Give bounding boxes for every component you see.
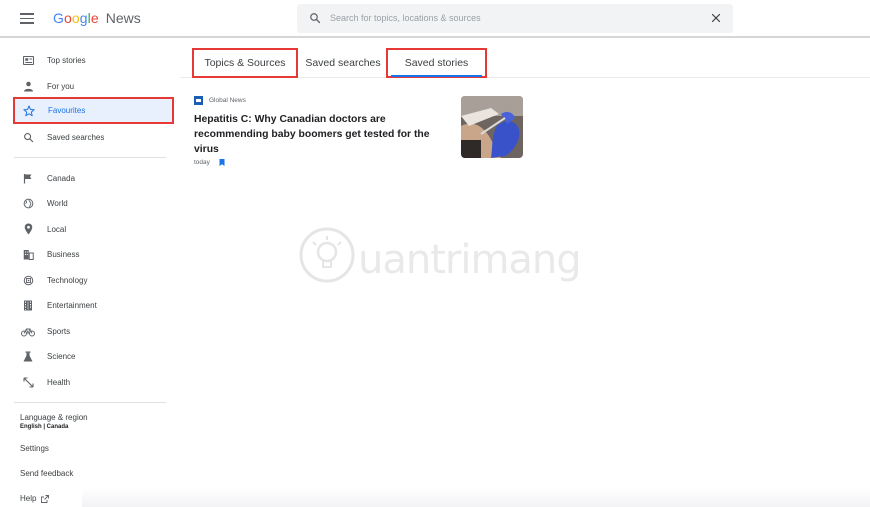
sidebar-item-label: Saved searches: [47, 132, 105, 142]
flask-icon: [21, 349, 35, 363]
sidebar-item-for-you[interactable]: For you: [14, 75, 174, 97]
sidebar-item-sports[interactable]: Sports: [14, 320, 174, 342]
sidebar-item-entertainment[interactable]: Entertainment: [14, 294, 174, 316]
sidebar-item-label: Business: [47, 249, 80, 259]
external-link-icon: [41, 494, 50, 503]
article-meta: today: [194, 159, 225, 166]
tab-topics-sources[interactable]: Topics & Sources: [192, 48, 298, 78]
watermark-text: uantrimang: [358, 237, 582, 283]
article-timestamp: today: [194, 159, 210, 166]
sidebar-item-label: Health: [47, 377, 71, 387]
sidebar-item-technology[interactable]: Technology: [14, 269, 174, 291]
sidebar-item-business[interactable]: Business: [14, 243, 174, 265]
sidebar-item-favourites[interactable]: Favourites: [13, 97, 174, 124]
business-icon: [21, 247, 35, 261]
sidebar-item-canada[interactable]: Canada: [14, 167, 174, 189]
logo-letter: o: [71, 10, 80, 26]
logo-product-name: News: [105, 10, 141, 26]
help-label: Help: [20, 494, 37, 503]
bike-icon: [21, 324, 35, 338]
sidebar-item-local[interactable]: Local: [14, 218, 174, 240]
tab-label: Topics & Sources: [204, 57, 286, 69]
technology-icon: [21, 273, 35, 287]
logo-letter: o: [64, 10, 72, 26]
send-feedback-link[interactable]: Send feedback: [20, 469, 73, 478]
article-headline[interactable]: Hepatitis C: Why Canadian doctors are re…: [194, 112, 439, 157]
sidebar-divider: [14, 157, 166, 158]
logo-letter: g: [79, 10, 88, 26]
source-name: Global News: [209, 97, 246, 104]
language-region-value: English | Canada: [20, 424, 69, 430]
close-icon[interactable]: [710, 12, 722, 24]
search-input[interactable]: [330, 8, 690, 28]
sidebar-item-health[interactable]: Health: [14, 371, 174, 393]
sidebar-item-label: Top stories: [47, 55, 86, 65]
lightbulb-logo-icon: [299, 227, 355, 283]
sidebar-item-science[interactable]: Science: [14, 345, 174, 367]
top-stories-icon: [21, 53, 35, 67]
globe-icon: [21, 196, 35, 210]
tab-saved-searches[interactable]: Saved searches: [301, 48, 385, 78]
sidebar-item-label: Science: [47, 351, 76, 361]
settings-link[interactable]: Settings: [20, 444, 49, 453]
sidebar-item-label: Favourites: [48, 106, 86, 115]
sidebar-item-label: World: [47, 198, 68, 208]
sidebar-item-world[interactable]: World: [14, 192, 174, 214]
google-news-logo[interactable]: Google News: [53, 10, 141, 26]
sidebar-item-saved-searches[interactable]: Saved searches: [14, 126, 174, 148]
sidebar-divider: [14, 402, 166, 403]
search-icon: [21, 130, 35, 144]
watermark: uantrimang: [298, 222, 598, 292]
help-link[interactable]: Help: [20, 494, 50, 503]
logo-letter: G: [53, 10, 64, 26]
article-source[interactable]: Global News: [194, 96, 246, 105]
sidebar-item-label: Sports: [47, 326, 71, 336]
person-icon: [21, 79, 35, 93]
flag-icon: [21, 171, 35, 185]
tab-label: Saved stories: [404, 57, 469, 69]
tab-label: Saved searches: [305, 57, 381, 69]
sidebar-item-label: Entertainment: [47, 300, 97, 310]
bottom-edge: [82, 488, 870, 507]
search-icon[interactable]: [309, 12, 321, 24]
sidebar-item-label: Local: [47, 224, 67, 234]
sidebar-item-top-stories[interactable]: Top stories: [14, 49, 174, 71]
active-tab-indicator: [391, 75, 482, 77]
film-icon: [21, 298, 35, 312]
search-bar[interactable]: [297, 4, 733, 33]
tab-saved-stories[interactable]: Saved stories: [386, 48, 487, 78]
source-logo-icon: [194, 96, 203, 105]
logo-letter: e: [90, 10, 99, 26]
sidebar-item-label: Canada: [47, 173, 76, 183]
app-header: Google News: [0, 0, 870, 38]
article-thumbnail[interactable]: [461, 96, 523, 158]
language-region-link[interactable]: Language & region: [20, 413, 88, 422]
star-icon: [22, 104, 36, 118]
menu-icon[interactable]: [20, 13, 34, 24]
tab-bar: Topics & Sources Saved searches Saved st…: [180, 40, 870, 78]
location-pin-icon: [21, 222, 35, 236]
sidebar-item-label: For you: [47, 81, 75, 91]
health-icon: [21, 375, 35, 389]
sidebar: Top stories For you Favourites Saved sea…: [0, 40, 174, 507]
sidebar-item-label: Technology: [47, 275, 88, 285]
bookmark-icon[interactable]: [219, 159, 225, 166]
